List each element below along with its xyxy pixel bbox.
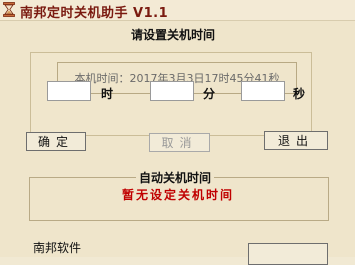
minute-input[interactable] <box>150 81 194 101</box>
confirm-button[interactable]: 确定 <box>26 132 86 151</box>
title-bar: 南邦定时关机助手 V1.1 <box>0 0 355 21</box>
exit-button-label: 退出 <box>277 134 314 148</box>
window-title: 南邦定时关机助手 V1.1 <box>20 6 169 21</box>
minute-unit-label: 分 <box>203 87 216 101</box>
hourglass-icon <box>3 2 15 17</box>
auto-shutdown-title: 自动关机时间 <box>136 169 215 186</box>
footer-button[interactable] <box>248 243 328 265</box>
exit-button[interactable]: 退出 <box>264 131 328 150</box>
cancel-button[interactable]: 取消 <box>149 133 210 152</box>
second-unit-label: 秒 <box>293 87 306 101</box>
cancel-button-label: 取消 <box>161 136 198 150</box>
confirm-button-label: 确定 <box>37 135 74 149</box>
main-panel: 请设置关机时间 本机时间：2017年3月3日17时45分41秒 时 分 秒 确定… <box>0 20 355 265</box>
hour-unit-label: 时 <box>101 87 114 101</box>
second-input[interactable] <box>241 81 285 101</box>
footer-text: 南邦软件 <box>33 241 82 255</box>
hour-input[interactable] <box>47 81 91 101</box>
shutdown-status-text: 暂无设定关机时间 <box>121 188 234 202</box>
schedule-group-title: 请设置关机时间 <box>128 26 219 43</box>
